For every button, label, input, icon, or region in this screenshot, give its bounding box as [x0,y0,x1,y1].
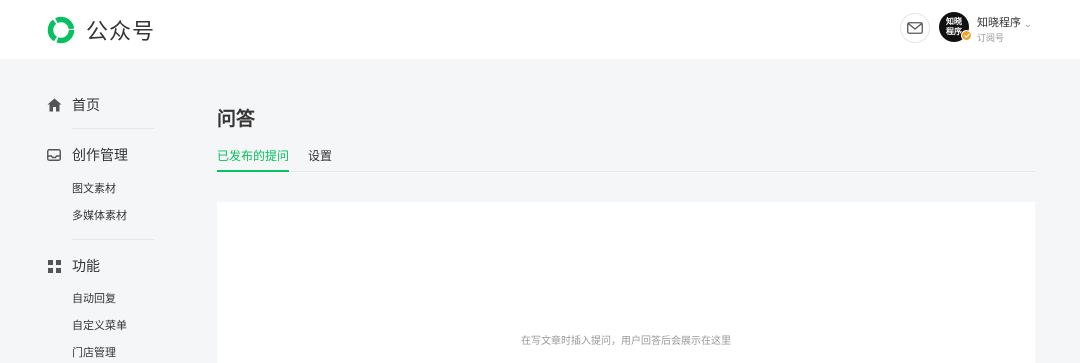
caret-down-icon[interactable]: ⌄ [1023,19,1032,30]
top-header: 公众号 知晓 程序 知晓程序 订阅号 ⌄ [0,0,1080,59]
avatar-text-line2: 程序 [946,27,962,36]
sidebar-item-multimedia[interactable]: 多媒体素材 [72,207,127,223]
inbox-icon [46,147,62,163]
grid-icon [46,258,62,274]
empty-state-text: 在写文章时插入提问，用户回答后会展示在这里 [521,336,731,347]
message-button[interactable] [900,13,930,43]
home-icon [46,97,62,113]
sidebar-divider [72,128,154,129]
sidebar-item-home[interactable]: 首页 [46,95,100,115]
tab-published-questions[interactable]: 已发布的提问 [217,147,289,172]
page-title: 问答 [217,109,256,130]
verified-badge-icon [961,30,972,41]
sidebar-item-custom-menu[interactable]: 自定义菜单 [72,317,127,333]
avatar-text-line1: 知晓 [946,17,962,26]
sidebar-divider [72,239,154,240]
account-type: 订阅号 [977,33,1005,43]
sidebar-item-store-management[interactable]: 门店管理 [72,344,116,360]
sidebar-item-image-text[interactable]: 图文素材 [72,180,116,196]
sidebar-section-label: 创作管理 [72,147,128,163]
tab-bar: 已发布的提问 设置 [217,147,1035,172]
sidebar-item-label: 首页 [72,97,100,113]
sidebar-section-creation[interactable]: 创作管理 [46,145,128,165]
sidebar-section-features[interactable]: 功能 [46,256,100,276]
account-name[interactable]: 知晓程序 [977,14,1021,30]
brand-logo[interactable]: 公众号 [46,14,155,46]
sidebar-section-label: 功能 [72,258,100,274]
tab-settings[interactable]: 设置 [308,147,332,172]
sidebar-item-auto-reply[interactable]: 自动回复 [72,290,116,306]
content-card: 在写文章时插入提问，用户回答后会展示在这里 [217,202,1035,363]
wechat-official-logo-icon [47,16,75,44]
mail-icon [907,22,923,34]
brand-name: 公众号 [86,19,156,44]
